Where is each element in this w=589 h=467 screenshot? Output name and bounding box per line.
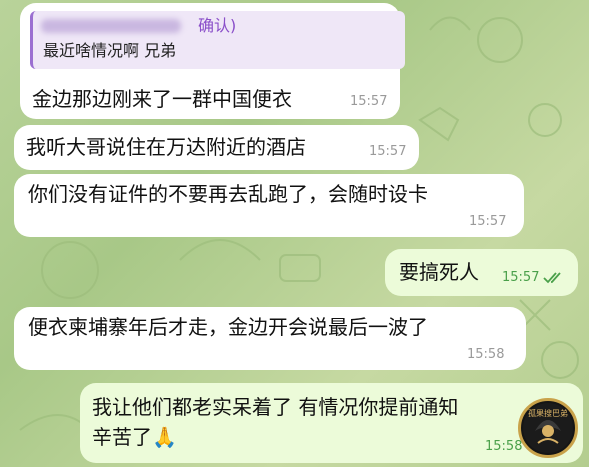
message-text: 你们没有证件的不要再去乱跑了，会随时设卡 <box>28 182 428 206</box>
message-bubble-2[interactable]: 我听大哥说住在万达附近的酒店 15:57 <box>14 125 419 170</box>
svg-text:孤果搜巴弟: 孤果搜巴弟 <box>528 408 568 418</box>
message-text-line2: 辛苦了🙏 <box>92 425 177 449</box>
channel-logo-icon: 孤果搜巴弟 <box>518 398 578 458</box>
reply-text: 最近啥情况啊 兄弟 <box>43 41 177 60</box>
double-check-icon <box>543 272 561 284</box>
message-bubble-6-outgoing[interactable]: 我让他们都老实呆着了 有情况你提前通知 辛苦了🙏 15:58 <box>80 383 583 463</box>
message-bubble-5[interactable]: 便衣柬埔寨年后才走，金边开会说最后一波了 15:58 <box>14 307 526 370</box>
reply-preview[interactable]: 确认) 最近啥情况啊 兄弟 <box>30 11 405 69</box>
message-time: 15:57 <box>502 270 540 285</box>
message-time: 15:57 <box>469 214 507 229</box>
message-text: 金边那边刚来了一群中国便衣 <box>32 87 292 111</box>
reply-sender-name: 确认) <box>198 16 237 35</box>
message-time: 15:57 <box>350 94 388 109</box>
message-bubble-4-outgoing[interactable]: 要搞死人 15:57 <box>385 249 578 296</box>
message-bubble-3[interactable]: 你们没有证件的不要再去乱跑了，会随时设卡 15:57 <box>14 174 524 237</box>
message-bubble-1[interactable]: 确认) 最近啥情况啊 兄弟 金边那边刚来了一群中国便衣 15:57 <box>20 3 405 119</box>
message-text: 我让他们都老实呆着了 有情况你提前通知 <box>92 395 459 419</box>
blurred-sender-name <box>41 19 181 33</box>
message-time: 15:57 <box>369 144 407 159</box>
message-text: 便衣柬埔寨年后才走，金边开会说最后一波了 <box>28 315 428 339</box>
message-text: 要搞死人 <box>399 260 479 284</box>
message-time: 15:58 <box>467 347 505 362</box>
message-text: 我听大哥说住在万达附近的酒店 <box>26 135 306 159</box>
message-time: 15:58 <box>485 439 523 454</box>
